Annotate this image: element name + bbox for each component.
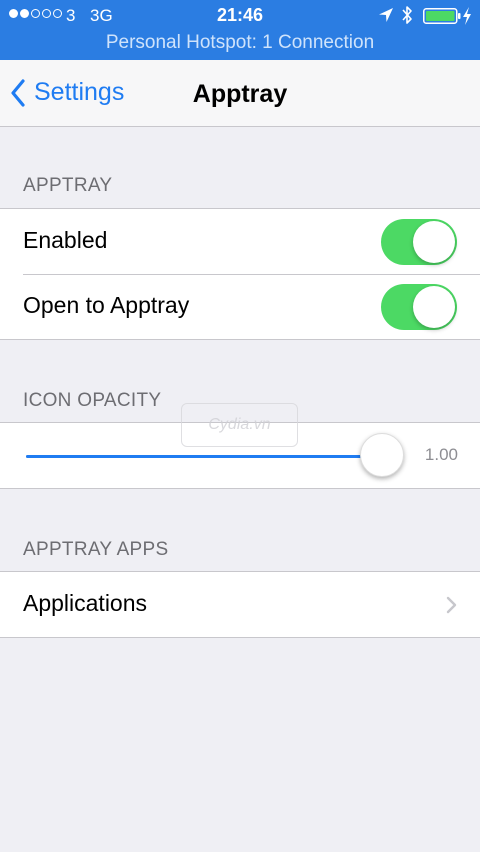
watermark-logo: Cydia.vn <box>181 403 298 447</box>
open-to-apptray-row: Open to Apptray <box>0 274 480 339</box>
opacity-value: 1.00 <box>424 445 458 464</box>
enabled-row: Enabled <box>0 209 480 274</box>
section-header-apptray: APPTRAY <box>23 175 113 196</box>
applications-label: Applications <box>23 590 148 616</box>
watermark-text: Cydia.vn <box>208 416 271 433</box>
page-title: Apptray <box>192 80 288 108</box>
settings-screen: 3 3G 21:46 Personal Hotspot: 1 Connectio… <box>0 0 480 852</box>
enabled-label: Enabled <box>23 227 108 253</box>
toggle-knob <box>413 221 455 263</box>
opacity-slider-track[interactable] <box>26 455 382 458</box>
status-bar: 3 3G 21:46 Personal Hotspot: 1 Connectio… <box>0 0 480 60</box>
charging-bolt-icon <box>463 7 471 25</box>
navigation-bar: Settings Apptray <box>0 60 480 127</box>
section-header-icon-opacity: ICON OPACITY <box>23 390 162 411</box>
enabled-toggle[interactable] <box>381 219 457 265</box>
toggle-knob <box>413 286 455 328</box>
section-header-apptray-apps: APPTRAY APPS <box>23 539 169 560</box>
open-to-apptray-toggle[interactable] <box>381 284 457 330</box>
bluetooth-icon <box>402 6 412 24</box>
opacity-slider-fill <box>26 455 382 458</box>
applications-row[interactable]: Applications <box>0 572 480 637</box>
chevron-right-icon <box>446 596 457 614</box>
battery-icon <box>423 8 461 24</box>
hotspot-banner[interactable]: Personal Hotspot: 1 Connection <box>0 32 480 54</box>
open-to-apptray-label: Open to Apptray <box>23 292 190 318</box>
group-apptray: Enabled Open to Apptray <box>0 208 480 340</box>
opacity-slider-thumb[interactable] <box>360 433 404 477</box>
group-apptray-apps: Applications <box>0 571 480 638</box>
status-bar-row: 3 3G 21:46 <box>0 0 480 32</box>
location-arrow-icon <box>379 8 393 22</box>
